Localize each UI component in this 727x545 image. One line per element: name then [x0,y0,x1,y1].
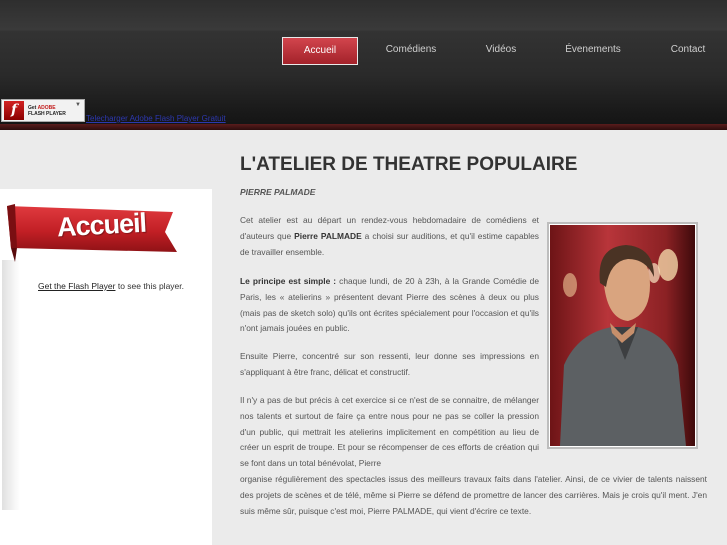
flash-badge-product: FLASH PLAYER [28,110,66,117]
portrait-illustration [550,225,695,446]
paragraph-intro: Cet atelier est au départ un rendez-vous… [240,213,539,260]
nav-item-comediens[interactable]: Comédiens [376,37,446,65]
flash-note-text: to see this player. [115,281,184,291]
flash-icon: f [4,101,24,120]
photo-frame [547,222,698,449]
get-flash-player-badge[interactable]: f Get ADOBE FLASH PLAYER ▼ [1,99,85,122]
get-flash-player-link[interactable]: Get the Flash Player [38,281,115,291]
accueil-ribbon: Accueil [5,202,183,264]
nav-item-accueil[interactable]: Accueil [282,37,358,65]
p2-strong: Le principe est simple : [240,276,337,286]
nav-item-contact[interactable]: Contact [664,37,712,65]
paragraph-spectacles: organise régulièrement des spectacles is… [240,474,707,516]
download-arrow-icon: ▼ [75,102,81,108]
author-name: PIERRE PALMADE [240,187,316,197]
ribbon-label: Accueil [56,207,147,243]
page-title: L'ATELIER DE THEATRE POPULAIRE [240,154,578,175]
main-nav: Accueil Comédiens Vidéos Évenements Cont… [0,37,727,65]
p1-strong: Pierre PALMADE [294,230,362,241]
paragraph-feedback: Ensuite Pierre, concentré sur son ressen… [240,351,539,377]
nav-item-videos[interactable]: Vidéos [476,37,526,65]
flash-badge-text: Get ADOBE FLASH PLAYER [28,105,66,117]
pierre-palmade-photo [550,225,695,446]
download-flash-link[interactable]: Telecharger Adobe Flash Player Gratuit [86,114,226,123]
nav-item-evenements[interactable]: Évenements [558,37,628,65]
flash-player-note: Get the Flash Player to see this player. [38,281,184,291]
paragraph-purpose: Il n'y a pas de but précis à cet exercic… [240,395,539,469]
sidebar-shadow [2,260,20,510]
header-band [0,124,727,130]
site-header: Accueil Comédiens Vidéos Évenements Cont… [0,0,727,130]
paragraph-principle: Le principe est simple : chaque lundi, d… [240,274,539,337]
